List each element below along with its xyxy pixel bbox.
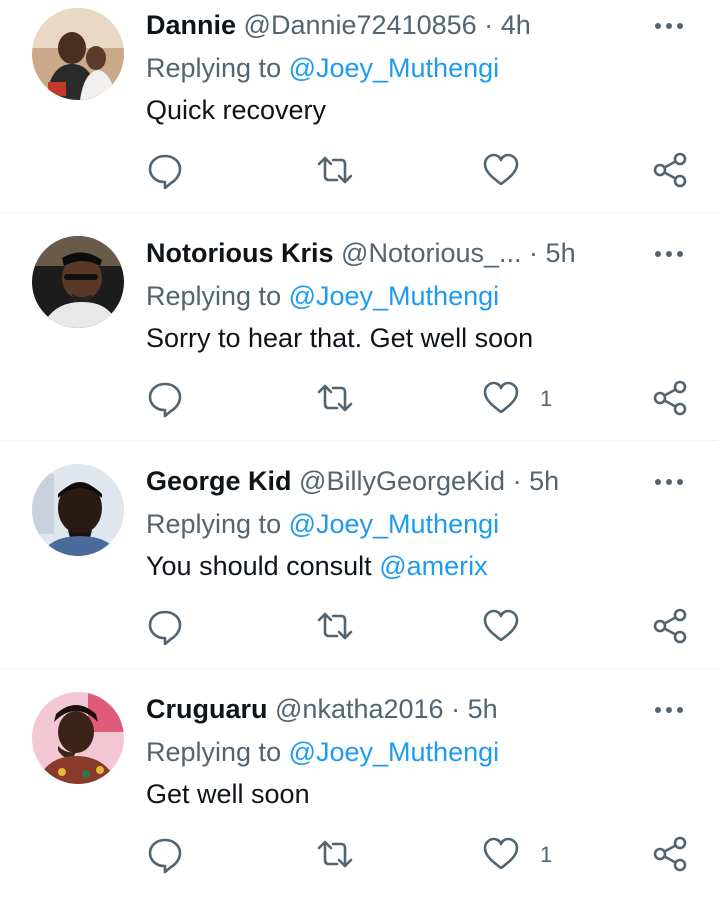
like-icon[interactable] (481, 834, 521, 874)
retweet-icon[interactable] (315, 834, 355, 874)
display-name[interactable]: Dannie (146, 10, 236, 40)
like-icon[interactable] (481, 378, 521, 418)
retweet-icon[interactable] (315, 150, 355, 190)
timestamp[interactable]: 4h (501, 10, 531, 40)
more-icon[interactable] (650, 244, 690, 264)
tweet-text-mention[interactable]: @amerix (379, 551, 487, 581)
divider (0, 440, 718, 441)
retweet-icon[interactable] (315, 378, 355, 418)
like-count: 1 (540, 842, 553, 867)
reply-tweet[interactable]: George Kid @BillyGeorgeKid · 5h Replying… (0, 456, 718, 684)
share-icon[interactable] (650, 150, 690, 190)
user-handle[interactable]: @Dannie72410856 (244, 10, 477, 40)
replying-to-mention[interactable]: @Joey_Muthengi (289, 281, 500, 311)
like-icon[interactable] (481, 150, 521, 190)
reply-tweet[interactable]: Notorious Kris @Notorious_... · 5h Reply… (0, 228, 718, 456)
reply-icon[interactable] (145, 606, 185, 646)
more-icon[interactable] (650, 700, 690, 720)
tweet-text: You should consult @amerix (146, 549, 488, 583)
tweet-text-content: Get well soon (146, 779, 310, 809)
share-icon[interactable] (650, 378, 690, 418)
replying-to-label: Replying to (146, 53, 289, 83)
tweet-text-content: Quick recovery (146, 95, 327, 125)
separator-dot: · (451, 694, 461, 724)
reply-icon[interactable] (145, 378, 185, 418)
divider (0, 668, 718, 669)
reply-icon[interactable] (145, 150, 185, 190)
timestamp[interactable]: 5h (546, 238, 576, 268)
tweet-header: Notorious Kris @Notorious_... · 5h (146, 236, 576, 270)
replying-to: Replying to @Joey_Muthengi (146, 51, 499, 85)
reply-icon[interactable] (145, 834, 185, 874)
user-handle[interactable]: @nkatha2016 (275, 694, 444, 724)
more-icon[interactable] (650, 472, 690, 492)
share-icon[interactable] (650, 606, 690, 646)
like-icon[interactable] (481, 606, 521, 646)
user-handle[interactable]: @Notorious_... (341, 238, 521, 268)
tweet-header: Cruguaru @nkatha2016 · 5h (146, 692, 498, 726)
retweet-icon[interactable] (315, 606, 355, 646)
avatar[interactable] (32, 8, 124, 100)
more-icon[interactable] (650, 16, 690, 36)
tweet-header: Dannie @Dannie72410856 · 4h (146, 8, 531, 42)
tweet-text: Quick recovery (146, 93, 326, 127)
share-icon[interactable] (650, 834, 690, 874)
tweet-header: George Kid @BillyGeorgeKid · 5h (146, 464, 559, 498)
display-name[interactable]: Notorious Kris (146, 238, 334, 268)
tweet-text: Get well soon (146, 777, 310, 811)
display-name[interactable]: Cruguaru (146, 694, 268, 724)
user-handle[interactable]: @BillyGeorgeKid (299, 466, 505, 496)
separator-dot: · (529, 238, 539, 268)
avatar[interactable] (32, 692, 124, 784)
reply-tweet[interactable]: Dannie @Dannie72410856 · 4h Replying to … (0, 0, 718, 228)
like-count: 1 (540, 386, 553, 411)
separator-dot: · (512, 466, 522, 496)
replying-to-label: Replying to (146, 509, 289, 539)
avatar[interactable] (32, 236, 124, 328)
tweet-text: Sorry to hear that. Get well soon (146, 321, 533, 355)
divider (0, 212, 718, 213)
timestamp[interactable]: 5h (529, 466, 559, 496)
replying-to: Replying to @Joey_Muthengi (146, 735, 499, 769)
replying-to-mention[interactable]: @Joey_Muthengi (289, 509, 500, 539)
replying-to: Replying to @Joey_Muthengi (146, 279, 499, 313)
replying-to-mention[interactable]: @Joey_Muthengi (289, 53, 500, 83)
replying-to-mention[interactable]: @Joey_Muthengi (289, 737, 500, 767)
replying-to-label: Replying to (146, 281, 289, 311)
reply-tweet[interactable]: Cruguaru @nkatha2016 · 5h Replying to @J… (0, 684, 718, 912)
tweet-text-content: Sorry to hear that. Get well soon (146, 323, 534, 353)
separator-dot: · (484, 10, 494, 40)
display-name[interactable]: George Kid (146, 466, 292, 496)
replying-to: Replying to @Joey_Muthengi (146, 507, 499, 541)
tweet-text-content: You should consult (146, 551, 380, 581)
replying-to-label: Replying to (146, 737, 289, 767)
avatar[interactable] (32, 464, 124, 556)
timestamp[interactable]: 5h (468, 694, 498, 724)
